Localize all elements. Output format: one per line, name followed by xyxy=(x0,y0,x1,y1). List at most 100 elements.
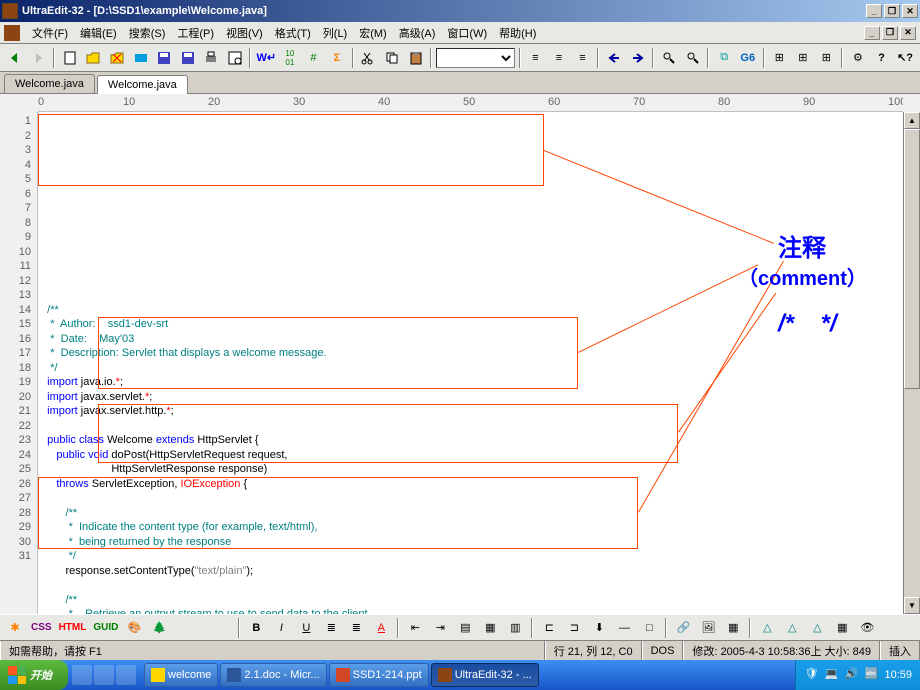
help-button[interactable]: ? xyxy=(871,47,893,69)
save-button[interactable] xyxy=(153,47,175,69)
redo-button[interactable] xyxy=(627,47,649,69)
ar-button[interactable]: ▥ xyxy=(504,617,526,639)
mdi-close-button[interactable]: ✕ xyxy=(900,26,916,40)
show-spaces-button[interactable]: ⊞ xyxy=(769,47,791,69)
menu-macro[interactable]: 宏(M) xyxy=(353,23,393,43)
show-lines-button[interactable]: ⊞ xyxy=(792,47,814,69)
char-button[interactable]: A xyxy=(370,617,392,639)
context-help-button[interactable]: ↖? xyxy=(894,47,916,69)
tbl-button[interactable]: ▦ xyxy=(831,617,853,639)
tab-1[interactable]: Welcome.java xyxy=(97,75,188,94)
scroll-thumb[interactable] xyxy=(904,129,920,389)
sum-button[interactable]: Σ xyxy=(326,47,348,69)
cut-button[interactable] xyxy=(358,47,380,69)
find-button[interactable] xyxy=(658,47,680,69)
menu-view[interactable]: 视图(V) xyxy=(220,23,269,43)
task-ppt[interactable]: SSD1-214.ppt xyxy=(329,663,429,687)
css-button[interactable]: CSS xyxy=(29,622,54,633)
hr-button[interactable]: — xyxy=(613,617,635,639)
tri2-button[interactable]: △ xyxy=(781,617,803,639)
preview-button[interactable] xyxy=(224,47,246,69)
minimize-button[interactable]: _ xyxy=(866,4,882,18)
html-button[interactable]: HTML xyxy=(57,622,89,633)
link-button[interactable]: 🔗 xyxy=(672,617,694,639)
tray-network-icon[interactable]: 💻 xyxy=(824,667,840,683)
indent-left-button[interactable]: ⇤ xyxy=(404,617,426,639)
underline-button[interactable]: U xyxy=(295,617,317,639)
tray-volume-icon[interactable]: 🔊 xyxy=(844,667,860,683)
menu-project[interactable]: 工程(P) xyxy=(171,23,220,43)
paste-button[interactable] xyxy=(405,47,427,69)
copy-button[interactable] xyxy=(381,47,403,69)
align-left-button[interactable]: ≡ xyxy=(525,47,547,69)
bold-button[interactable]: B xyxy=(245,617,267,639)
mdi-minimize-button[interactable]: _ xyxy=(864,26,880,40)
tri1-button[interactable]: △ xyxy=(756,617,778,639)
menu-column[interactable]: 列(L) xyxy=(317,23,353,43)
undo-button[interactable] xyxy=(603,47,625,69)
mdi-restore-button[interactable]: ❐ xyxy=(882,26,898,40)
tray-lang-icon[interactable]: 🔤 xyxy=(864,667,880,683)
open-button[interactable] xyxy=(83,47,105,69)
ql-ie-icon[interactable] xyxy=(72,665,92,685)
bookmark-button[interactable]: ⧉ xyxy=(713,47,735,69)
goto-button[interactable]: G6 xyxy=(737,47,759,69)
align-center-button[interactable]: ≡ xyxy=(548,47,570,69)
tray-shield-icon[interactable]: 🛡 xyxy=(804,667,820,683)
color-picker-button[interactable]: 🎨 xyxy=(123,617,145,639)
scroll-down-button[interactable]: ▼ xyxy=(904,597,920,614)
code-editor[interactable]: 注释 （comment） /* */ /** * Author: ssd1-de… xyxy=(38,112,903,614)
back-button[interactable] xyxy=(4,47,26,69)
scroll-up-button[interactable]: ▲ xyxy=(904,112,920,129)
ftp-button[interactable] xyxy=(130,47,152,69)
menu-help[interactable]: 帮助(H) xyxy=(493,23,542,43)
new-button[interactable] xyxy=(59,47,81,69)
maximize-button[interactable]: ❐ xyxy=(884,4,900,18)
image-button[interactable]: 🖼 xyxy=(697,617,719,639)
word-wrap-button[interactable]: W↵ xyxy=(255,47,277,69)
align-right-button[interactable]: ≡ xyxy=(572,47,594,69)
indent-right-button[interactable]: ⇥ xyxy=(429,617,451,639)
tri3-button[interactable]: △ xyxy=(806,617,828,639)
start-button[interactable]: 开始 xyxy=(0,660,68,690)
ql-desktop-icon[interactable] xyxy=(94,665,114,685)
br-button[interactable]: ⬇ xyxy=(588,617,610,639)
tab-0[interactable]: Welcome.java xyxy=(4,74,95,93)
p-button[interactable]: ⊐ xyxy=(563,617,585,639)
forward-button[interactable] xyxy=(28,47,50,69)
font-combo[interactable] xyxy=(436,48,514,68)
preview2-button[interactable]: 👁 xyxy=(856,617,878,639)
ac-button[interactable]: ▦ xyxy=(479,617,501,639)
hex-button[interactable]: 1001 xyxy=(279,47,301,69)
menu-window[interactable]: 窗口(W) xyxy=(441,23,493,43)
italic-button[interactable]: I xyxy=(270,617,292,639)
menu-search[interactable]: 搜索(S) xyxy=(123,23,172,43)
print-button[interactable] xyxy=(200,47,222,69)
list-button[interactable]: ≣ xyxy=(320,617,342,639)
config-button[interactable]: ⚙ xyxy=(847,47,869,69)
task-word[interactable]: 2.1.doc - Micr... xyxy=(220,663,326,687)
table-button[interactable]: ▦ xyxy=(722,617,744,639)
tree-button[interactable]: 🌲 xyxy=(148,617,170,639)
find-files-button[interactable] xyxy=(682,47,704,69)
pre-button[interactable]: ⊏ xyxy=(538,617,560,639)
saveas-button[interactable] xyxy=(177,47,199,69)
menu-format[interactable]: 格式(T) xyxy=(269,23,317,43)
tag-button[interactable]: # xyxy=(303,47,325,69)
ql-app-icon[interactable] xyxy=(116,665,136,685)
show-all-button[interactable]: ⊞ xyxy=(816,47,838,69)
close-button[interactable]: ✕ xyxy=(902,4,918,18)
menu-advanced[interactable]: 高级(A) xyxy=(393,23,442,43)
close-file-button[interactable] xyxy=(106,47,128,69)
guid-button[interactable]: GUID xyxy=(91,622,120,633)
vertical-scrollbar[interactable]: ▲ ▼ xyxy=(903,112,920,614)
task-ultraedit[interactable]: UltraEdit-32 - ... xyxy=(431,663,539,687)
ol-button[interactable]: ≣ xyxy=(345,617,367,639)
nbsp-button[interactable]: □ xyxy=(638,617,660,639)
task-welcome[interactable]: welcome xyxy=(144,663,218,687)
menu-file[interactable]: 文件(F) xyxy=(26,23,74,43)
star-button[interactable]: ✱ xyxy=(4,617,26,639)
tray-clock[interactable]: 10:59 xyxy=(884,669,912,681)
al-button[interactable]: ▤ xyxy=(454,617,476,639)
menu-edit[interactable]: 编辑(E) xyxy=(74,23,123,43)
